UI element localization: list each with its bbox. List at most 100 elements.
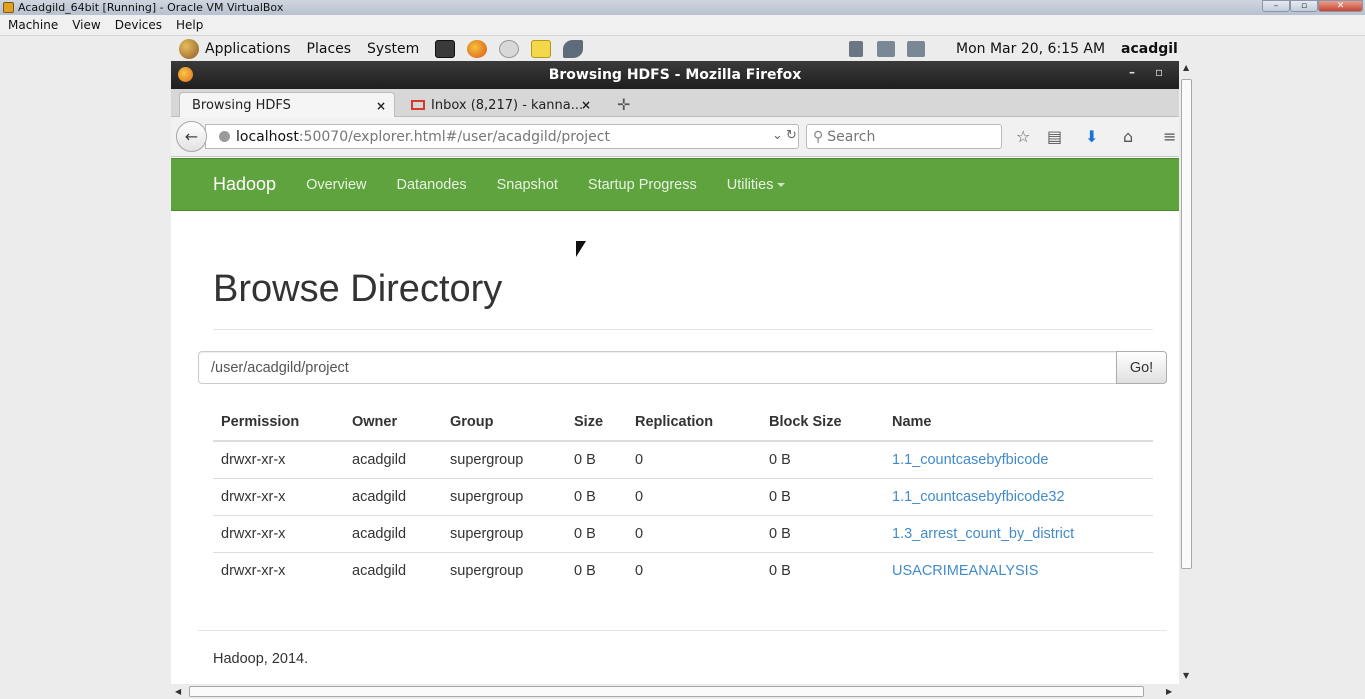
column-header-block-size[interactable]: Block Size <box>761 404 884 442</box>
nav-utilities[interactable]: Utilities <box>727 177 786 193</box>
firefox-window-title: Browsing HDFS - Mozilla Firefox <box>548 67 802 83</box>
column-header-size[interactable]: Size <box>566 404 627 442</box>
mouse-pointer-icon <box>576 241 586 257</box>
nav-datanodes[interactable]: Datanodes <box>397 177 467 193</box>
terminal-launcher-icon[interactable] <box>435 40 456 58</box>
horizontal-scrollbar[interactable]: ◀ ▶ <box>171 684 1179 699</box>
page-content: Hadoop Overview Datanodes Snapshot Start… <box>171 158 1179 699</box>
search-input[interactable] <box>827 128 988 145</box>
menu-applications[interactable]: Applications <box>205 41 291 57</box>
firefox-launcher-icon[interactable] <box>467 40 488 58</box>
new-tab-icon[interactable]: ✛ <box>617 95 630 114</box>
network-icon[interactable] <box>877 41 895 57</box>
dolphin-launcher-icon[interactable] <box>563 40 584 58</box>
menu-help[interactable]: Help <box>176 18 203 32</box>
close-tab-icon[interactable]: × <box>581 98 591 112</box>
go-button[interactable]: Go! <box>1116 351 1167 384</box>
cell-name: 1.3_arrest_count_by_district <box>884 515 1153 553</box>
cell-block-size: 0 B <box>761 441 884 479</box>
panel-clock[interactable]: Mon Mar 20, 6:15 AM <box>956 41 1105 57</box>
reading-list-icon[interactable]: ▤ <box>1047 127 1062 146</box>
directory-link[interactable]: 1.3_arrest_count_by_district <box>892 526 1074 542</box>
downloads-icon[interactable]: ⬇ <box>1085 127 1098 146</box>
cell-size: 0 B <box>566 441 627 479</box>
bookmark-star-icon[interactable]: ☆ <box>1016 127 1030 146</box>
clipboard-icon[interactable] <box>907 41 925 57</box>
tab-browsing-hdfs[interactable]: Browsing HDFS × <box>179 92 395 118</box>
menu-view[interactable]: View <box>72 18 100 32</box>
cell-owner: acadgild <box>344 478 442 516</box>
reload-icon[interactable]: ↻ <box>786 128 797 143</box>
close-tab-icon[interactable]: × <box>376 99 386 113</box>
column-header-replication[interactable]: Replication <box>627 404 761 442</box>
notes-launcher-icon[interactable] <box>531 40 552 58</box>
url-host: localhost <box>236 128 299 145</box>
ff-maximize-icon[interactable]: ▫ <box>1155 65 1163 79</box>
tab-bar: Browsing HDFS × Inbox (8,217) - kanna...… <box>171 89 1179 118</box>
cell-size: 0 B <box>566 515 627 553</box>
url-bar[interactable]: localhost:50070/explorer.html#/user/acad… <box>205 124 799 149</box>
menu-machine[interactable]: Machine <box>8 18 58 32</box>
menu-devices[interactable]: Devices <box>115 18 162 32</box>
cell-owner: acadgild <box>344 441 442 479</box>
directory-link[interactable]: USACRIMEANALYSIS <box>892 563 1038 579</box>
cell-size: 0 B <box>574 562 596 579</box>
cell-block-size: 0 B <box>761 515 884 553</box>
maximize-window-button[interactable]: ▫ <box>1290 0 1318 12</box>
back-button[interactable]: ← <box>176 121 207 152</box>
panel-username[interactable]: acadgil <box>1121 41 1178 57</box>
page-footer: Hadoop, 2014. <box>213 651 309 667</box>
directory-link[interactable]: 1.1_countcasebyfbicode32 <box>892 489 1065 505</box>
site-info-icon[interactable] <box>219 131 230 142</box>
cell-name: 1.1_countcasebyfbicode <box>884 441 1153 479</box>
tab-inbox[interactable]: Inbox (8,217) - kanna... × <box>399 92 599 118</box>
nav-snapshot[interactable]: Snapshot <box>497 177 558 193</box>
cell-replication: 0 <box>627 515 761 553</box>
column-header-name[interactable]: Name <box>884 404 1153 442</box>
cell-block-size: 0 B <box>761 478 884 516</box>
applications-icon[interactable] <box>179 39 199 59</box>
scroll-right-arrow-icon[interactable]: ▶ <box>1166 687 1172 696</box>
nav-startup-progress[interactable]: Startup Progress <box>588 177 697 193</box>
hadoop-brand[interactable]: Hadoop <box>213 174 276 195</box>
minimize-window-button[interactable]: – <box>1262 0 1290 12</box>
cell-replication: 0 <box>627 478 761 516</box>
mail-launcher-icon[interactable] <box>499 40 520 58</box>
ff-minimize-icon[interactable]: – <box>1129 65 1135 79</box>
scroll-up-arrow-icon[interactable]: ▲ <box>1183 63 1189 72</box>
page-title: Browse Directory <box>213 268 503 310</box>
virtualbox-menubar: Machine View Devices Help <box>0 15 1365 36</box>
menu-places[interactable]: Places <box>307 41 352 57</box>
menu-system[interactable]: System <box>367 41 419 57</box>
home-icon[interactable]: ⌂ <box>1123 127 1133 146</box>
table-header-row: Permission Owner Group Size Replication … <box>213 404 1153 442</box>
url-dropdown-chevron-icon[interactable]: ⌄ <box>772 128 783 143</box>
cell-group: supergroup <box>442 478 566 516</box>
directory-link[interactable]: 1.1_countcasebyfbicode <box>892 452 1048 468</box>
table-row: drwxr-xr-x acadgild supergroup 0 B 0 0 B… <box>213 515 1153 553</box>
search-icon: ⚲ <box>813 128 824 145</box>
navigation-toolbar: localhost:50070/explorer.html#/user/acad… <box>171 117 1179 157</box>
close-window-button[interactable]: ✕ <box>1318 0 1363 12</box>
vertical-scroll-thumb[interactable] <box>1181 79 1192 569</box>
column-header-owner[interactable]: Owner <box>344 404 442 442</box>
search-box[interactable]: ⚲ <box>806 124 1002 149</box>
virtualbox-titlebar: Acadgild_64bit [Running] - Oracle VM Vir… <box>0 0 1365 15</box>
table-row: drwxr-xr-x acadgild supergroup 0 B 0 0 B… <box>213 478 1153 516</box>
tab-label: Inbox (8,217) - kanna... <box>431 97 584 113</box>
virtualbox-window-title: Acadgild_64bit [Running] - Oracle VM Vir… <box>18 1 284 14</box>
url-path: :50070/explorer.html#/user/acadgild/proj… <box>298 128 610 145</box>
virtualbox-icon <box>3 2 14 13</box>
volume-icon[interactable] <box>849 41 863 57</box>
scroll-left-arrow-icon[interactable]: ◀ <box>175 687 181 696</box>
directory-path-input[interactable] <box>198 351 1117 384</box>
cell-group: supergroup <box>442 515 566 553</box>
column-header-group[interactable]: Group <box>442 404 566 442</box>
vertical-scrollbar[interactable]: ▲ ▼ <box>1179 61 1194 685</box>
menu-hamburger-icon[interactable]: ≡ <box>1163 127 1176 146</box>
nav-overview[interactable]: Overview <box>306 177 366 193</box>
horizontal-scroll-thumb[interactable] <box>189 686 1144 697</box>
scroll-down-arrow-icon[interactable]: ▼ <box>1183 671 1189 680</box>
firefox-titlebar: Browsing HDFS - Mozilla Firefox – ▫ <box>171 61 1179 89</box>
column-header-permission[interactable]: Permission <box>213 404 344 442</box>
